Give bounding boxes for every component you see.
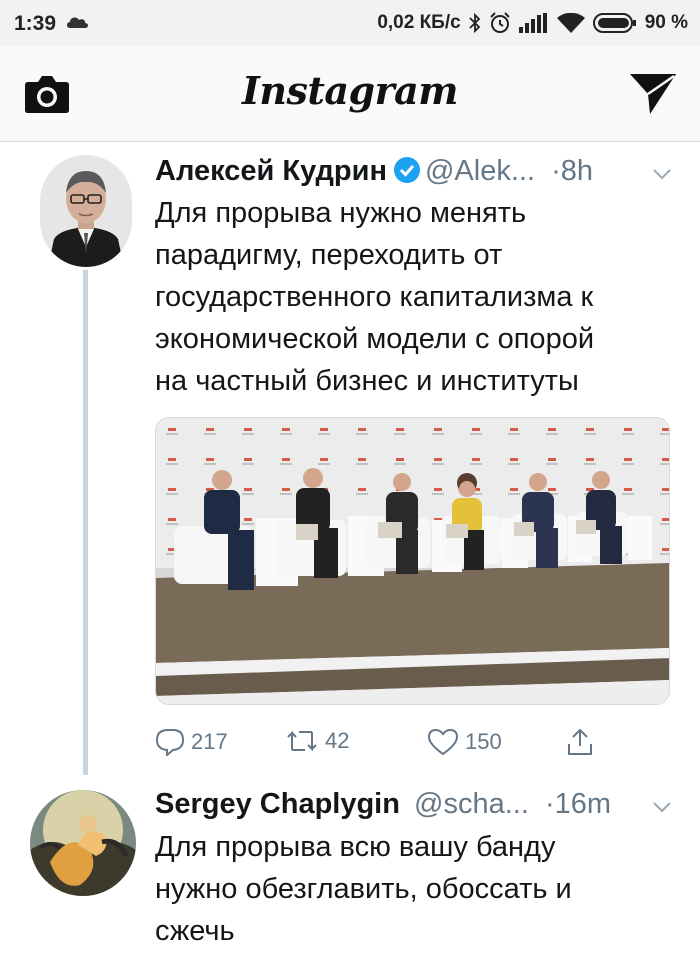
avatar-chaplygin[interactable]: [30, 790, 136, 896]
reply-button[interactable]: 217: [155, 728, 228, 756]
author-handle: @Alek...: [424, 155, 535, 187]
reply-count: 217: [191, 729, 228, 754]
share-button[interactable]: [567, 728, 593, 756]
author-handle: @scha...: [414, 788, 529, 820]
status-bar: 1:39 0,02 КБ/с 90 %: [0, 0, 700, 46]
retweet-button[interactable]: 42: [285, 728, 349, 754]
bluetooth-icon: [469, 13, 480, 33]
retweet-count: 42: [325, 728, 350, 753]
author-name[interactable]: Sergey Chaplygin: [155, 788, 400, 820]
tweet-text: Для прорыва нужно менять парадигму, пере…: [155, 192, 594, 402]
tweet-time: ·8h: [551, 155, 593, 187]
tweet-header: Алексей Кудрин @Alek... ·8h: [155, 155, 593, 188]
reply-icon: [155, 729, 185, 756]
send-icon[interactable]: [628, 72, 678, 116]
tweet-text-line: на частный бизнес и институты: [155, 365, 579, 397]
tweet-text: Для прорыва всю вашу банду нужно обезгла…: [155, 826, 572, 952]
tweet-text-line: экономической модели с опорой: [155, 323, 595, 355]
chevron-down-icon[interactable]: [652, 800, 672, 814]
battery-level: 90 %: [644, 12, 688, 33]
tweet-actions: 217 42 150: [155, 728, 615, 762]
verified-badge-icon: [393, 157, 420, 183]
thread-line: [83, 270, 88, 775]
signal-icon: [518, 13, 547, 33]
avatar-kudrin[interactable]: [40, 155, 132, 267]
share-icon: [568, 728, 592, 755]
heart-icon: [427, 728, 459, 756]
chevron-down-icon[interactable]: [652, 167, 672, 181]
tweet-text-line: Для прорыва нужно менять: [155, 197, 527, 229]
tweet-text-line: нужно обезглавить, обоссать и: [155, 873, 572, 905]
tweet-photo[interactable]: [155, 417, 670, 705]
tweet-text-line: государственного капитализма к: [155, 281, 594, 313]
like-count: 150: [465, 729, 502, 754]
cloud-icon: [67, 17, 88, 28]
tweet-time: ·16m: [544, 788, 612, 820]
tweet-header: Sergey Chaplygin @scha... ·16m: [155, 788, 611, 821]
status-right: 0,02 КБ/с 90 %: [377, 12, 688, 34]
author-name[interactable]: Алексей Кудрин: [155, 155, 387, 187]
battery-icon: [592, 13, 636, 33]
alarm-icon: [489, 12, 510, 33]
status-time: 1:39: [14, 12, 57, 35]
app-logo: Instagram: [242, 68, 458, 113]
wifi-icon: [556, 13, 585, 33]
app-header: Instagram: [0, 46, 700, 142]
tweet-text-line: Для прорыва всю вашу банду: [155, 831, 556, 863]
tweet-text-line: парадигму, переходить от: [155, 239, 503, 271]
retweet-icon: [287, 730, 317, 752]
network-speed: 0,02 КБ/с: [377, 12, 461, 33]
like-button[interactable]: 150: [427, 728, 502, 756]
tweet-text-line: сжечь: [155, 915, 235, 947]
